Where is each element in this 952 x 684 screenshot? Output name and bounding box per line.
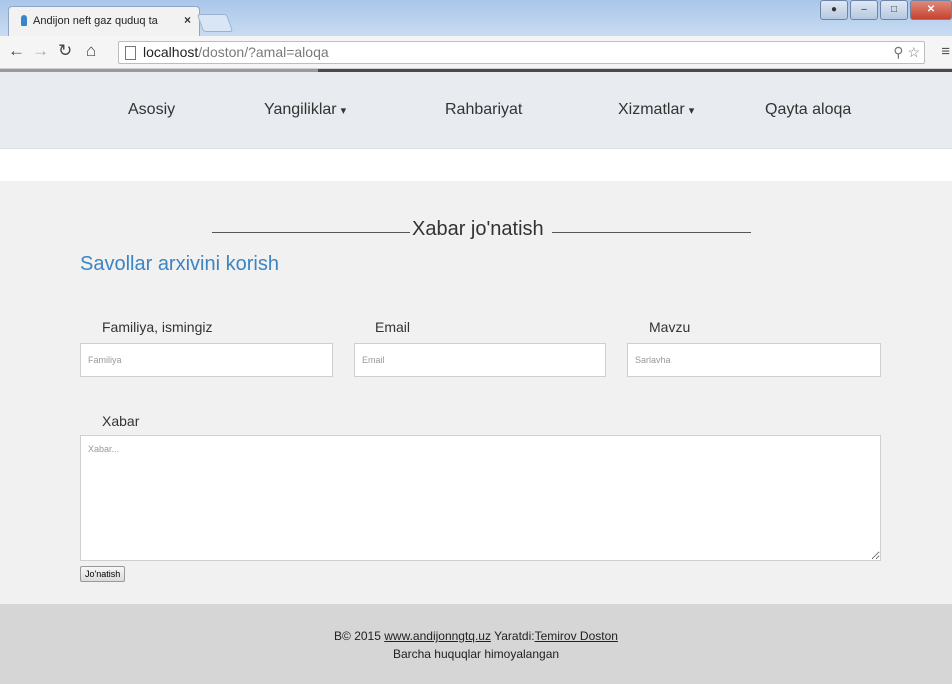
- home-icon[interactable]: ⌂: [86, 42, 96, 60]
- bookmark-star-icon[interactable]: ☆: [907, 44, 920, 60]
- url-path: /doston/?amal=aloqa: [198, 44, 329, 60]
- minimize-button[interactable]: –: [850, 0, 878, 20]
- close-window-button[interactable]: ✕: [910, 0, 952, 20]
- maximize-button[interactable]: □: [880, 0, 908, 20]
- nav-item-label: Yangiliklar: [264, 101, 337, 118]
- back-arrow-icon[interactable]: ←: [8, 42, 25, 60]
- message-label: Xabar: [102, 413, 140, 429]
- nav-item-asosiy[interactable]: Asosiy: [128, 101, 175, 119]
- window-controls: ● – □ ✕: [820, 0, 952, 20]
- chrome-menu-icon[interactable]: ≡: [941, 43, 950, 60]
- tab-close-icon[interactable]: ×: [184, 13, 191, 27]
- copyright-text: B© 2015: [334, 629, 381, 643]
- form-title: Xabar jo'natish: [412, 218, 544, 240]
- caret-down-icon: ▾: [688, 105, 695, 117]
- archive-link[interactable]: Savollar arxivini korish: [80, 253, 279, 276]
- reload-icon[interactable]: ↻: [58, 42, 72, 60]
- nav-item-label: Rahbariyat: [445, 101, 523, 118]
- nav-item-rahbariyat[interactable]: Rahbariyat: [445, 101, 522, 119]
- footer-copyright: B© 2015 www.andijonngtq.uz Yaratdi:Temir…: [0, 629, 952, 643]
- title-divider-right: [552, 232, 751, 233]
- message-textarea[interactable]: [80, 435, 881, 561]
- contact-section: Xabar jo'natish Savollar arxivini korish…: [0, 181, 952, 604]
- url-host: localhost: [143, 44, 199, 60]
- site-link[interactable]: www.andijonngtq.uz: [384, 629, 491, 643]
- forward-arrow-icon[interactable]: →: [32, 42, 49, 60]
- author-prefix: Yaratdi:: [494, 629, 535, 643]
- nav-item-yangiliklar[interactable]: Yangiliklar ▾: [264, 101, 346, 119]
- subject-input[interactable]: [627, 343, 881, 377]
- nav-item-label: Xizmatlar: [618, 101, 685, 118]
- email-input[interactable]: [354, 343, 606, 377]
- subject-label: Mavzu: [649, 319, 691, 335]
- zoom-icon[interactable]: ⚲: [893, 44, 903, 60]
- email-label: Email: [375, 319, 411, 335]
- nav-item-label: Asosiy: [128, 101, 176, 118]
- page-icon: [125, 46, 136, 60]
- browser-titlebar: Andijon neft gaz quduq ta × ● – □ ✕: [0, 0, 952, 37]
- site-footer: B© 2015 www.andijonngtq.uz Yaratdi:Temir…: [0, 604, 952, 684]
- nav-item-qayta-aloqa[interactable]: Qayta aloqa: [765, 101, 851, 119]
- url-text[interactable]: localhost/doston/?amal=aloqa: [143, 42, 329, 63]
- nav-item-xizmatlar[interactable]: Xizmatlar ▾: [618, 101, 694, 119]
- nav-item-label: Qayta aloqa: [765, 101, 852, 118]
- title-divider-left: [212, 232, 410, 233]
- new-tab-button[interactable]: [196, 14, 234, 32]
- caret-down-icon: ▾: [340, 105, 347, 117]
- tab-title: Andijon neft gaz quduq ta: [33, 15, 158, 27]
- name-label: Familiya, ismingiz: [102, 319, 213, 335]
- browser-toolbar: ← → ↻ ⌂ localhost/doston/?amal=aloqa ⚲ ☆…: [0, 36, 952, 69]
- submit-button[interactable]: Jo'natish: [80, 566, 126, 582]
- browser-tab[interactable]: Andijon neft gaz quduq ta ×: [8, 6, 200, 37]
- author-link[interactable]: Temirov Doston: [535, 629, 618, 643]
- address-bar[interactable]: localhost/doston/?amal=aloqa ⚲ ☆: [118, 41, 925, 64]
- site-navbar: Asosiy Yangiliklar ▾ Rahbariyat Xizmatlar…: [0, 72, 952, 149]
- favicon-icon: [21, 15, 27, 26]
- profile-icon[interactable]: ●: [820, 0, 848, 20]
- name-input[interactable]: [80, 343, 333, 377]
- footer-rights: Barcha huquqlar himoyalangan: [392, 647, 560, 661]
